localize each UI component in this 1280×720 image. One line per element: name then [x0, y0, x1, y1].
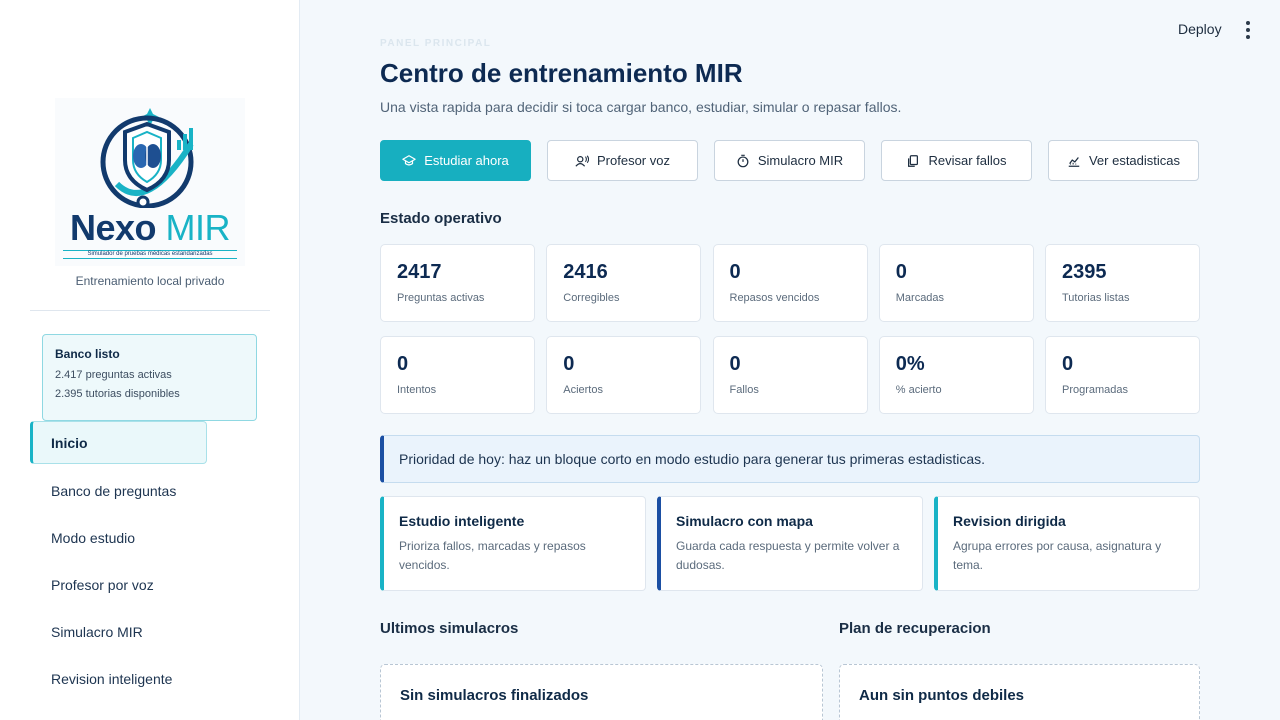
- stat-card-marked: 0 Marcadas: [878, 244, 1034, 322]
- recent-simulations-title: Ultimos simulacros: [380, 620, 519, 637]
- review-errors-button[interactable]: Revisar fallos: [881, 140, 1032, 181]
- copy-pages-icon: [908, 154, 919, 167]
- stat-label: Corregibles: [563, 292, 620, 304]
- stat-label: Repasos vencidos: [729, 292, 820, 304]
- stat-card-correctable: 2416 Corregibles: [546, 244, 702, 322]
- feature-desc: Guarda cada respuesta y permite volver a…: [676, 539, 900, 572]
- stat-label: Tutorias listas: [1062, 292, 1130, 304]
- sidebar-item-simulacro-mir[interactable]: Simulacro MIR: [30, 608, 290, 655]
- voice-teacher-label: Profesor voz: [597, 153, 670, 168]
- stat-label: Preguntas activas: [397, 292, 485, 304]
- stat-card-errors: 0 Fallos: [712, 336, 868, 414]
- stat-card-tutorials-ready: 2395 Tutorias listas: [1045, 244, 1200, 322]
- brand-logo: Nexo MIR Simulador de pruebas médicas es…: [55, 98, 245, 266]
- stat-card-scheduled: 0 Programadas: [1045, 336, 1200, 414]
- feature-title: Estudio inteligente: [399, 513, 525, 529]
- page-eyebrow: PANEL PRINCIPAL: [380, 38, 492, 49]
- stat-label: Aciertos: [563, 384, 603, 396]
- sidebar-item-revision-inteligente[interactable]: Revision inteligente: [30, 655, 290, 702]
- stat-label: Fallos: [729, 384, 759, 396]
- stat-value: 0: [397, 353, 409, 375]
- review-errors-label: Revisar fallos: [928, 153, 1007, 168]
- action-bar: Estudiar ahora Profesor voz Simulacro MI…: [380, 140, 1199, 181]
- stat-value: 0: [563, 353, 575, 375]
- view-stats-button[interactable]: Ver estadisticas: [1048, 140, 1199, 181]
- view-stats-label: Ver estadisticas: [1088, 153, 1181, 168]
- sidebar-nav: Inicio Banco de preguntas Modo estudio P…: [30, 420, 290, 702]
- page-title: Centro de entrenamiento MIR: [380, 58, 743, 88]
- voice-teacher-button[interactable]: Profesor voz: [547, 140, 698, 181]
- stat-card-accuracy: 0% % acierto: [878, 336, 1034, 414]
- priority-banner: Prioridad de hoy: haz un bloque corto en…: [380, 435, 1200, 483]
- sidebar: Nexo MIR Simulador de pruebas médicas es…: [0, 0, 300, 720]
- brain-shield-logo-icon: [100, 108, 194, 208]
- study-now-button[interactable]: Estudiar ahora: [380, 140, 531, 181]
- chart-line-icon: [1068, 156, 1080, 167]
- feature-card-smart-study[interactable]: Estudio inteligente Prioriza fallos, mar…: [380, 496, 646, 591]
- recent-simulations-panel: Sin simulacros finalizados: [380, 664, 823, 720]
- kebab-menu-icon[interactable]: [1240, 20, 1256, 40]
- stat-label: Marcadas: [895, 292, 945, 304]
- mir-simulation-button[interactable]: Simulacro MIR: [714, 140, 865, 181]
- bank-tutorials-count: 2.395 tutorias disponibles: [55, 388, 180, 400]
- stat-value: 0%: [895, 353, 925, 375]
- recovery-plan-panel: Aun sin puntos debiles: [839, 664, 1200, 720]
- recovery-plan-title: Plan de recuperacion: [839, 620, 991, 637]
- voice-user-icon: [575, 154, 589, 167]
- stat-card-attempts: 0 Intentos: [380, 336, 535, 414]
- sidebar-divider: [30, 310, 270, 311]
- stat-value: 2417: [397, 261, 442, 283]
- stat-value: 0: [729, 353, 741, 375]
- stat-value: 0: [729, 261, 741, 283]
- sidebar-item-inicio[interactable]: Inicio: [30, 421, 207, 464]
- stats-grid: 2417 Preguntas activas 2416 Corregibles 0 R…: [380, 244, 1200, 414]
- stat-card-correct: 0 Aciertos: [546, 336, 702, 414]
- feature-title: Revision dirigida: [953, 513, 1066, 529]
- feature-desc: Prioriza fallos, marcadas y repasos venc…: [399, 539, 586, 572]
- study-now-label: Estudiar ahora: [424, 153, 509, 168]
- page-subtitle: Una vista rapida para decidir si toca ca…: [380, 99, 902, 115]
- stat-value: 0: [1062, 353, 1074, 375]
- brand-tagline: Simulador de pruebas médicas estandariza…: [63, 250, 237, 259]
- mir-simulation-label: Simulacro MIR: [757, 153, 844, 168]
- sidebar-item-banco-de-preguntas[interactable]: Banco de preguntas: [30, 467, 290, 514]
- feature-desc: Agrupa errores por causa, asignatura y t…: [953, 539, 1162, 572]
- stat-card-overdue-reviews: 0 Repasos vencidos: [712, 244, 868, 322]
- bank-status-card: Banco listo 2.417 preguntas activas 2.39…: [42, 334, 257, 421]
- brand-wordmark: Nexo MIR: [69, 207, 231, 248]
- feature-title: Simulacro con mapa: [676, 513, 813, 529]
- deploy-button[interactable]: Deploy: [1178, 21, 1222, 37]
- stat-value: 2416: [563, 261, 608, 283]
- sidebar-item-modo-estudio[interactable]: Modo estudio: [30, 514, 290, 561]
- stopwatch-icon: [737, 154, 749, 167]
- stat-label: Intentos: [397, 384, 437, 396]
- stat-label: Programadas: [1062, 384, 1129, 396]
- stat-label: % acierto: [895, 384, 942, 396]
- stat-value: 2395: [1062, 261, 1107, 283]
- feature-card-guided-review[interactable]: Revision dirigida Agrupa errores por cau…: [934, 496, 1200, 591]
- status-section-title: Estado operativo: [380, 210, 502, 227]
- bank-questions-count: 2.417 preguntas activas: [55, 369, 172, 381]
- empty-state-title: Sin simulacros finalizados: [400, 687, 589, 704]
- feature-card-simulation-map[interactable]: Simulacro con mapa Guarda cada respuesta…: [657, 496, 923, 591]
- graduation-cap-icon: [402, 154, 416, 166]
- sidebar-item-profesor-por-voz[interactable]: Profesor por voz: [30, 561, 290, 608]
- sidebar-caption: Entrenamiento local privado: [75, 274, 225, 288]
- bank-status-title: Banco listo: [55, 347, 120, 361]
- stat-card-active-questions: 2417 Preguntas activas: [380, 244, 535, 322]
- stat-value: 0: [895, 261, 907, 283]
- feature-cards: Estudio inteligente Prioriza fallos, mar…: [380, 496, 1200, 591]
- empty-state-title: Aun sin puntos debiles: [859, 687, 1025, 704]
